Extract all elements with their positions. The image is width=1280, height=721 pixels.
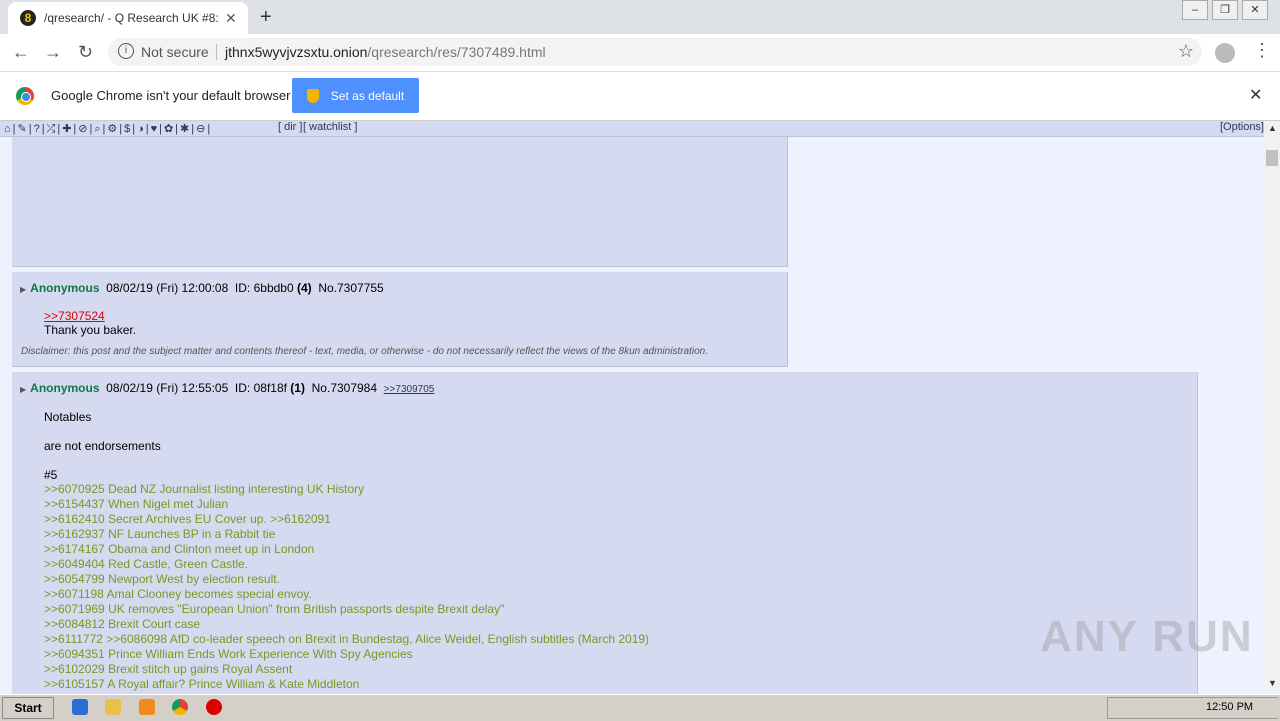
list-item[interactable]: >>6070925 Dead NZ Journalist listing int…	[44, 482, 1144, 497]
address-bar[interactable]: i Not secure jthnx5wyvjvzsxtu.onion/qres…	[108, 38, 1202, 66]
default-browser-infobar: Google Chrome isn't your default browser…	[0, 72, 1280, 121]
infobar-close-icon[interactable]: ✕	[1249, 85, 1262, 105]
infobar-message: Google Chrome isn't your default browser	[51, 88, 291, 103]
set-default-button[interactable]: Set as default	[292, 78, 419, 113]
start-button[interactable]: Start	[2, 697, 54, 719]
list-item[interactable]: >>6162410 Secret Archives EU Cover up. >…	[44, 512, 1144, 527]
folder-icon[interactable]	[105, 699, 121, 715]
disclaimer-text: Disclaimer: this post and the subject ma…	[21, 346, 708, 357]
maximize-button[interactable]: ❐	[1212, 0, 1238, 20]
poster-id[interactable]: ID: 6bbdb0	[235, 281, 294, 295]
back-arrow-icon[interactable]: ←	[12, 42, 30, 63]
watermark: ANY RUN	[1040, 612, 1254, 661]
backlink[interactable]: >>7309705	[384, 384, 435, 395]
browser-tab[interactable]: 8 /qresearch/ - Q Research UK #8: Bo ✕	[8, 2, 248, 34]
list-item[interactable]: >>6071198 Amal Clooney becomes special e…	[44, 587, 1144, 602]
list-item[interactable]: >>6094351 Prince William Ends Work Exper…	[44, 647, 1144, 662]
scroll-up-arrow-icon[interactable]: ▲	[1268, 123, 1277, 133]
scroll-down-arrow-icon[interactable]: ▼	[1268, 678, 1277, 688]
browser-toolbar: ← → ↻ i Not secure jthnx5wyvjvzsxtu.onio…	[0, 34, 1280, 72]
watchlist-label: watchlist	[309, 121, 352, 133]
list-item[interactable]: >>6154437 When Nigel met Julian	[44, 497, 1144, 512]
set-default-label: Set as default	[330, 88, 405, 103]
url-path: /qresearch/res/7307489.html	[367, 44, 546, 60]
close-window-button[interactable]: ✕	[1242, 0, 1268, 20]
post-date: 08/02/19 (Fri) 12:55:05	[106, 381, 229, 395]
post-count: (1)	[290, 381, 305, 395]
address-divider	[216, 44, 217, 60]
post-count: (4)	[296, 281, 312, 295]
clock: 12:50 PM	[1206, 701, 1254, 713]
not-secure-label: Not secure	[141, 44, 209, 60]
system-tray: 12:50 PM	[1107, 697, 1278, 719]
url-text[interactable]: jthnx5wyvjvzsxtu.onion/qresearch/res/730…	[225, 44, 546, 60]
list-item[interactable]: >>6105157 A Royal affair? Prince William…	[44, 677, 1144, 692]
list-item[interactable]: >>6084812 Brexit Court case	[44, 617, 1144, 632]
new-tab-button[interactable]: +	[260, 6, 272, 29]
post-menu-arrow-icon[interactable]: ▶	[20, 385, 26, 394]
profile-avatar[interactable]	[1215, 43, 1235, 63]
reload-icon[interactable]: ↻	[78, 42, 93, 63]
media-player-icon[interactable]	[139, 699, 155, 715]
dir-label: dir	[284, 121, 297, 133]
scroll-thumb[interactable]	[1266, 150, 1278, 166]
menu-kebab-icon[interactable]: ⋮	[1253, 40, 1271, 61]
options-link[interactable]: [Options]	[1220, 121, 1264, 133]
tab-title: /qresearch/ - Q Research UK #8: Bo	[44, 11, 219, 25]
tab-close-icon[interactable]: ✕	[225, 10, 237, 27]
notables-title: Notables	[44, 410, 92, 424]
list-item[interactable]: >>6162937 NF Launches BP in a Rabbit tie	[44, 527, 1144, 542]
bookmark-star-icon[interactable]: ☆	[1178, 41, 1194, 62]
notables-subtitle: are not endorsements	[44, 439, 161, 453]
post-menu-arrow-icon[interactable]: ▶	[20, 285, 26, 294]
reply-link[interactable]: >>7307524	[44, 309, 136, 323]
page-scrollbar[interactable]: ▲ ▼	[1264, 121, 1280, 690]
notables-number: #5	[44, 468, 58, 482]
minimize-button[interactable]: –	[1182, 0, 1208, 20]
list-item[interactable]: >>6071969 UK removes "European Union" fr…	[44, 602, 1144, 617]
chrome-logo-icon	[16, 87, 34, 105]
post-date: 08/02/19 (Fri) 12:00:08	[106, 281, 229, 295]
list-item[interactable]: >>6049404 Red Castle, Green Castle.	[44, 557, 1144, 572]
post-body: >>7307524 Thank you baker.	[44, 309, 136, 337]
post-header: ▶ Anonymous 08/02/19 (Fri) 12:00:08 ID: 6…	[20, 281, 384, 295]
url-host: jthnx5wyvjvzsxtu.onion	[225, 44, 368, 60]
ie-icon[interactable]	[72, 699, 88, 715]
post-number[interactable]: No.7307984	[312, 381, 377, 395]
forward-arrow-icon[interactable]: →	[44, 42, 62, 63]
post-7307984: ▶ Anonymous 08/02/19 (Fri) 12:55:05 ID: 0…	[12, 372, 1198, 703]
start-label: Start	[14, 701, 42, 715]
tab-strip: 8 /qresearch/ - Q Research UK #8: Bo ✕ +…	[0, 0, 1280, 34]
site-favicon-icon: 8	[20, 10, 36, 26]
notables-list: >>6070925 Dead NZ Journalist listing int…	[44, 482, 1144, 692]
post-text: Thank you baker.	[44, 323, 137, 337]
post-header: ▶ Anonymous 08/02/19 (Fri) 12:55:05 ID: 0…	[20, 381, 434, 395]
post-previous	[12, 137, 788, 267]
poster-name: Anonymous	[30, 381, 100, 395]
window-controls: – ❐ ✕	[1178, 0, 1268, 20]
poster-name: Anonymous	[30, 281, 100, 295]
poster-id[interactable]: ID: 08f18f	[235, 381, 287, 395]
list-item[interactable]: >>6102029 Brexit stitch up gains Royal A…	[44, 662, 1144, 677]
chrome-taskbar-icon[interactable]	[172, 699, 188, 715]
board-icon-links[interactable]: ⌂|✎|?|⤮|✚|⊘|⌕|⚙|$|◑|♥|✿|✱|⊖|	[4, 122, 212, 136]
dir-link[interactable]: [ dir ]	[278, 121, 302, 133]
stop-icon[interactable]	[206, 699, 222, 715]
taskbar: Start 12:50 PM	[0, 694, 1280, 721]
watchlist-link[interactable]: [ watchlist ]	[303, 121, 357, 133]
list-item[interactable]: >>6054799 Newport West by election resul…	[44, 572, 1144, 587]
post-7307755: ▶ Anonymous 08/02/19 (Fri) 12:00:08 ID: 6…	[12, 272, 788, 367]
list-item[interactable]: >>6174167 Obama and Clinton meet up in L…	[44, 542, 1144, 557]
shield-icon	[306, 88, 319, 103]
post-number[interactable]: No.7307755	[318, 281, 383, 295]
list-item[interactable]: >>6111772 >>6086098 AfD co-leader speech…	[44, 632, 1144, 647]
board-top-bar: ⌂|✎|?|⤮|✚|⊘|⌕|⚙|$|◑|♥|✿|✱|⊖| [ dir ] [ w…	[0, 121, 1280, 137]
info-icon[interactable]: i	[118, 43, 134, 59]
post-body: Notables are not endorsements #5 >>60709…	[44, 410, 1144, 692]
